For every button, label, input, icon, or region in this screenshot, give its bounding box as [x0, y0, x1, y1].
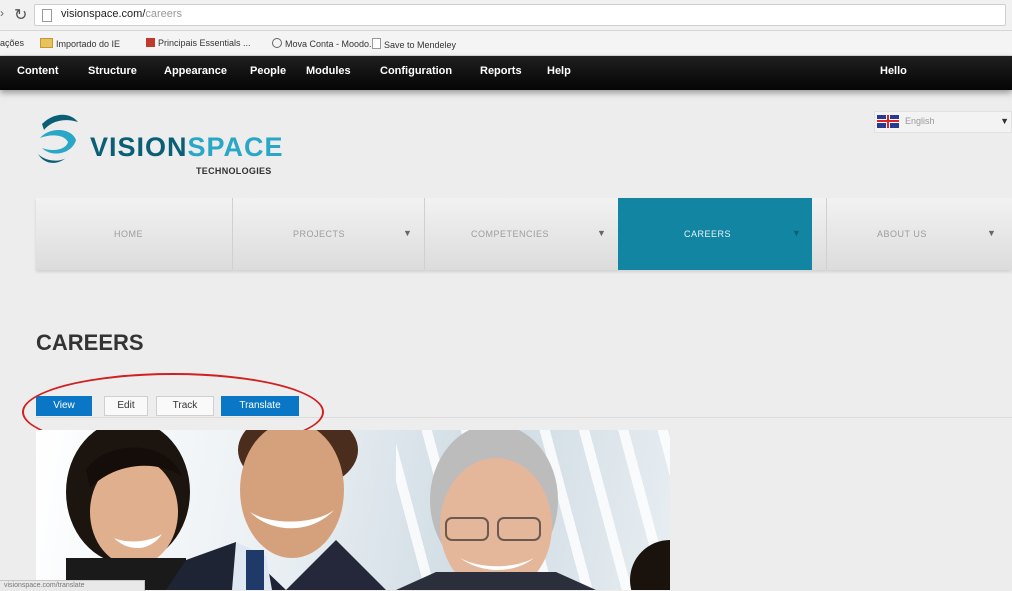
- circle-icon: [272, 38, 282, 48]
- language-select[interactable]: English ▼: [874, 111, 1012, 133]
- chevron-down-icon: ▼: [1000, 116, 1009, 126]
- brand-tagline: TECHNOLOGIES: [196, 166, 272, 176]
- uk-flag-icon: [877, 115, 899, 128]
- bookmark-mendeley[interactable]: Save to Mendeley: [372, 38, 456, 50]
- page-icon: [372, 38, 381, 49]
- nav-label: PROJECTS: [293, 229, 346, 239]
- language-label: English: [905, 116, 935, 126]
- nav-label: HOME: [114, 229, 143, 239]
- bookmarks-bar: ações Importado do IE Principais Essenti…: [0, 31, 1012, 56]
- toolbar-help[interactable]: Help: [547, 65, 571, 77]
- toolbar-appearance[interactable]: Appearance: [164, 65, 227, 77]
- careers-photo: [36, 430, 670, 590]
- toolbar-people[interactable]: People: [250, 65, 286, 77]
- toolbar-reports[interactable]: Reports: [480, 65, 522, 77]
- back-icon[interactable]: ›: [0, 6, 4, 20]
- site-logo[interactable]: VISIONSPACE TECHNOLOGIES: [36, 110, 316, 180]
- reload-icon[interactable]: ↻: [14, 5, 27, 25]
- chevron-down-icon: ▼: [792, 228, 801, 238]
- browser-status-bar: visionspace.com/translate: [0, 580, 145, 591]
- people-photo-illustration: [66, 430, 670, 590]
- toolbar-content[interactable]: Content: [17, 65, 59, 77]
- url-field[interactable]: visionspace.com/careers: [34, 4, 1006, 26]
- toolbar-hello[interactable]: Hello: [880, 65, 907, 77]
- page-icon: [42, 9, 52, 22]
- nav-item-home[interactable]: HOME: [36, 198, 232, 270]
- nav-item-about-us[interactable]: ABOUT US ▼: [827, 198, 1012, 270]
- chevron-down-icon: ▼: [597, 228, 606, 238]
- browser-address-bar: › ↻ visionspace.com/careers: [0, 0, 1012, 31]
- toolbar-structure[interactable]: Structure: [88, 65, 137, 77]
- nav-item-careers[interactable]: CAREERS ▼: [618, 198, 812, 270]
- brand-name: VISIONSPACE: [90, 132, 284, 162]
- bookmark-apps[interactable]: ações: [0, 38, 24, 48]
- logo-mark-icon: [38, 114, 78, 163]
- bookmark-principais[interactable]: Principais Essentials ...: [146, 38, 251, 48]
- bookmark-imported[interactable]: Importado do IE: [40, 38, 120, 49]
- toolbar-modules[interactable]: Modules: [306, 65, 351, 77]
- toolbar-configuration[interactable]: Configuration: [380, 65, 452, 77]
- nav-label: COMPETENCIES: [471, 229, 550, 239]
- bookmark-mova-conta[interactable]: Mova Conta - Moodo...: [272, 38, 377, 49]
- chevron-down-icon: ▼: [403, 228, 412, 238]
- chevron-down-icon: ▼: [987, 228, 996, 238]
- bookmark-icon: [146, 38, 155, 47]
- url-text: visionspace.com/careers: [61, 8, 183, 20]
- folder-icon: [40, 38, 53, 48]
- nav-label: ABOUT US: [877, 229, 927, 239]
- nav-item-competencies[interactable]: COMPETENCIES ▼: [425, 198, 618, 270]
- admin-toolbar: Content Structure Appearance People Modu…: [0, 56, 1012, 90]
- nav-item-projects[interactable]: PROJECTS ▼: [233, 198, 423, 270]
- page-title: CAREERS: [36, 330, 144, 355]
- nav-label: CAREERS: [684, 229, 732, 239]
- main-navigation: HOME PROJECTS ▼ COMPETENCIES ▼ CAREERS ▼…: [36, 198, 1012, 270]
